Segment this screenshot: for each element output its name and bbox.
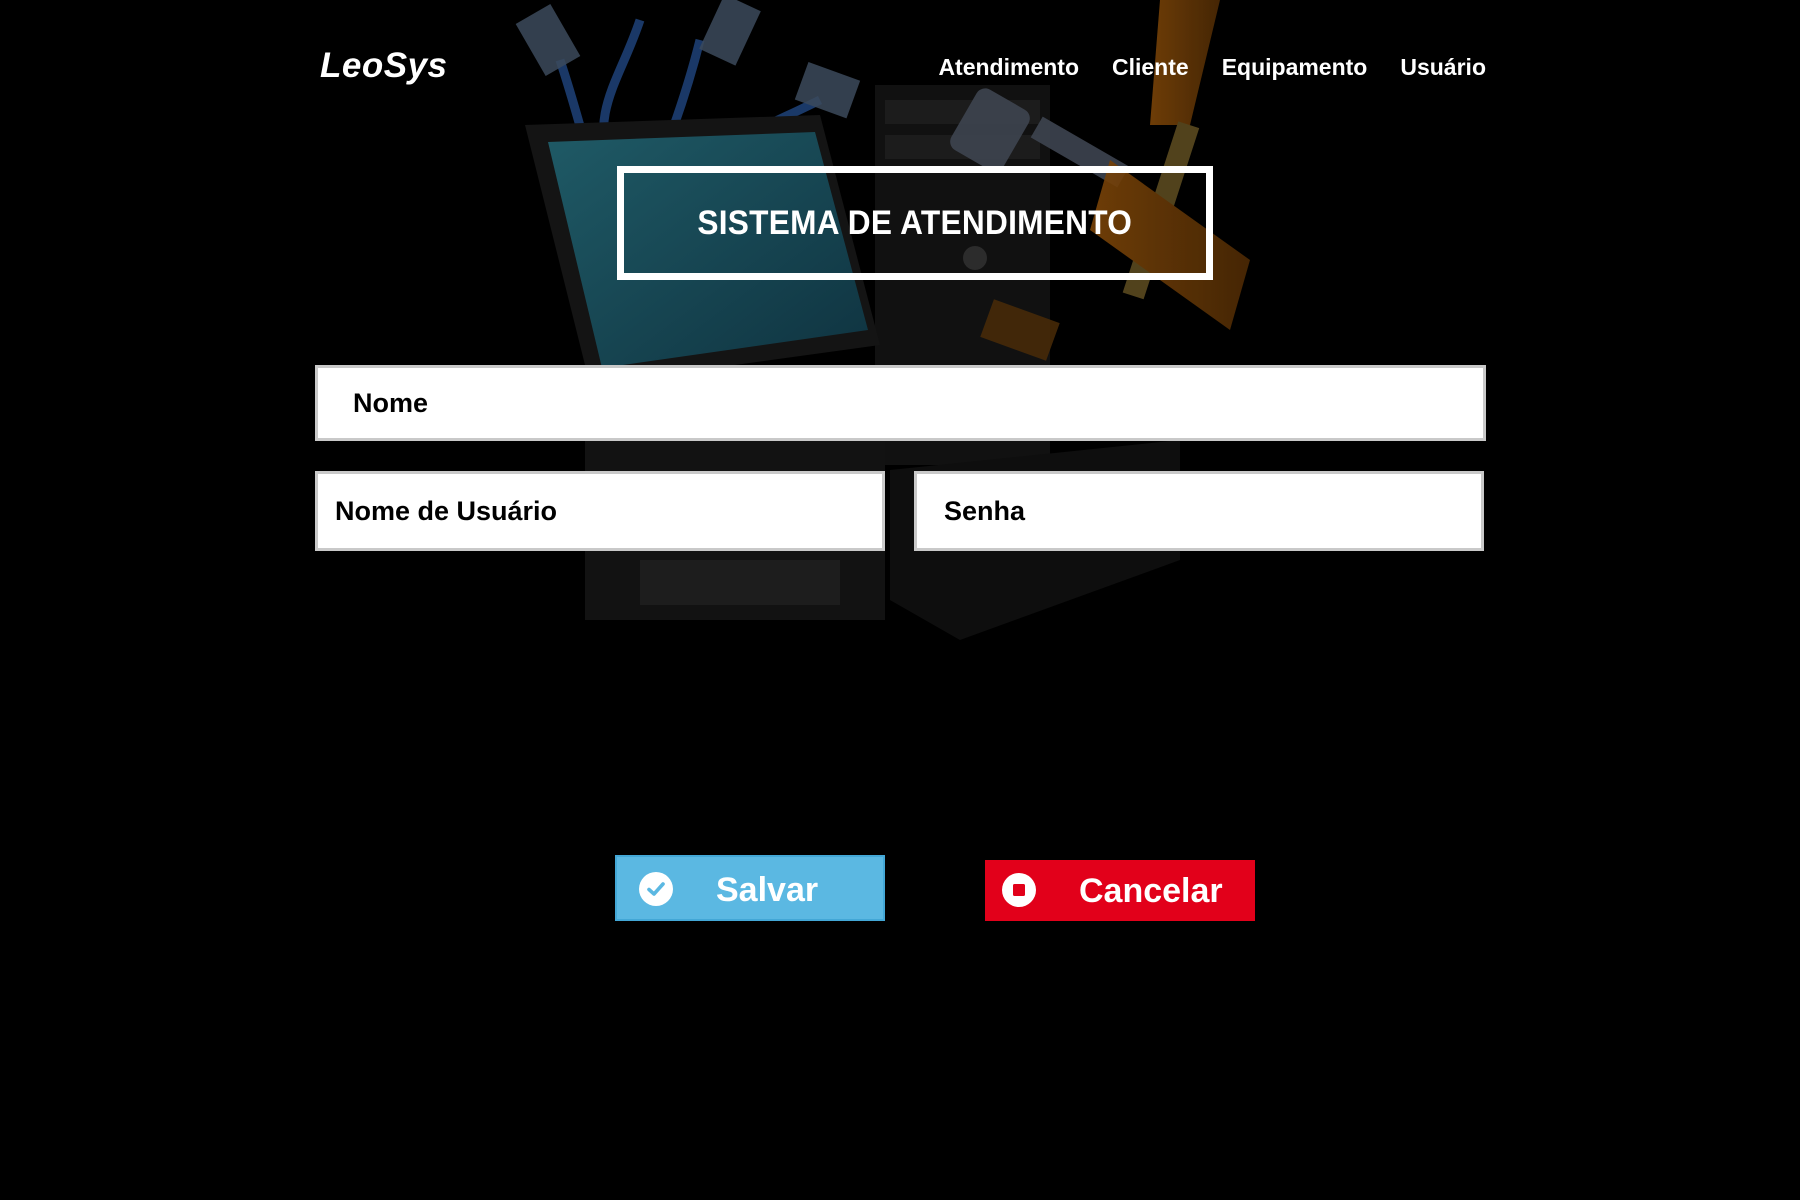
nav-item-atendimento[interactable]: Atendimento [938,54,1079,81]
nav-item-equipamento[interactable]: Equipamento [1222,54,1368,81]
page-title: SISTEMA DE ATENDIMENTO [697,203,1133,242]
cancel-button[interactable]: Cancelar [985,860,1255,921]
stop-circle-icon [1002,873,1036,907]
nav-item-usuario[interactable]: Usuário [1400,54,1486,81]
check-circle-icon [639,872,673,906]
save-button[interactable]: Salvar [615,855,885,921]
top-navigation: Atendimento Cliente Equipamento Usuário [938,54,1486,81]
nav-item-cliente[interactable]: Cliente [1112,54,1189,81]
password-input[interactable] [914,471,1484,551]
page: LeoSys Atendimento Cliente Equipamento U… [0,0,1800,1200]
cancel-button-label: Cancelar [1079,872,1223,910]
save-button-label: Salvar [716,871,819,909]
app-logo[interactable]: LeoSys [320,46,448,86]
name-input[interactable] [315,365,1486,441]
page-title-box: SISTEMA DE ATENDIMENTO [617,166,1213,280]
username-input[interactable] [315,471,885,551]
